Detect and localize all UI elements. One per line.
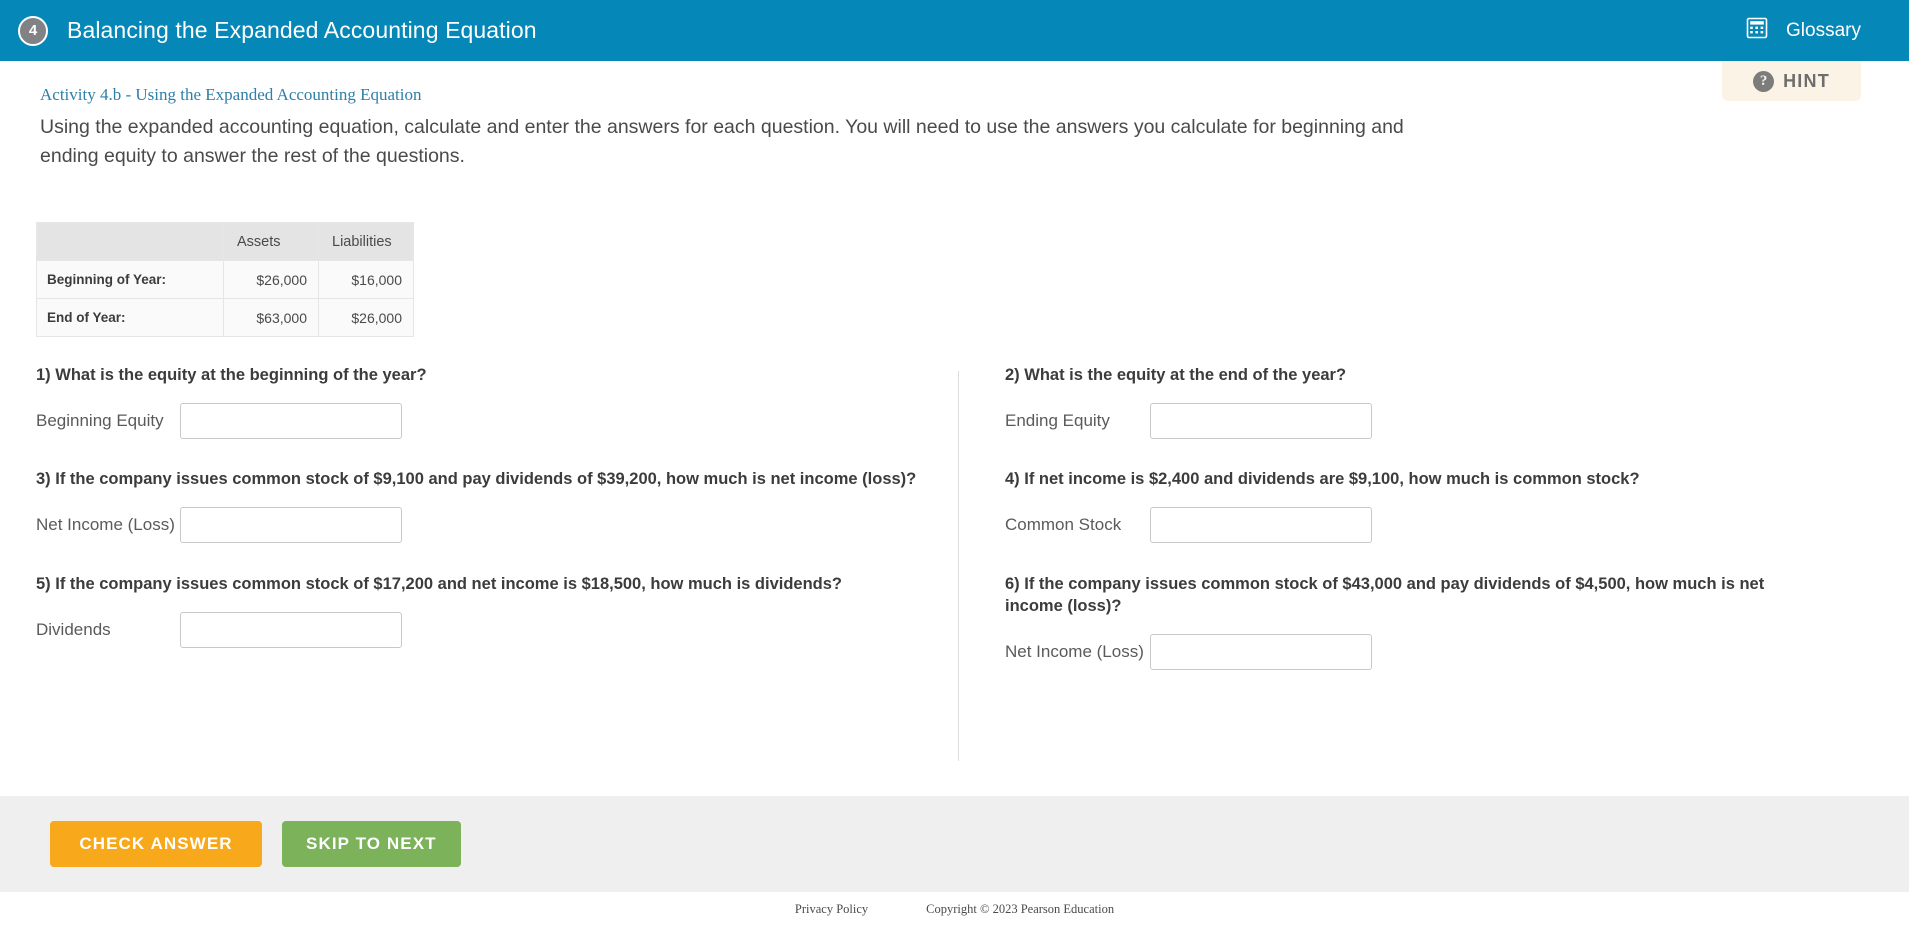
table-header-blank: [36, 222, 224, 261]
header-right-group: Glossary: [1746, 17, 1909, 44]
question-5-answer-row: Dividends: [36, 612, 926, 648]
question-6-text: 6) If the company issues common stock of…: [1005, 575, 1765, 615]
table-head: Assets Liabilities: [36, 222, 414, 261]
hint-button[interactable]: ? HINT: [1722, 61, 1861, 101]
activity-link[interactable]: Activity 4.b - Using the Expanded Accoun…: [40, 85, 422, 105]
ending-equity-input[interactable]: [1150, 403, 1372, 439]
question-2: 2) What is the equity at the end of the …: [1005, 364, 1865, 439]
action-bar: CHECK ANSWER SKIP TO NEXT: [0, 796, 1909, 892]
net-income-loss-input-q6[interactable]: [1150, 634, 1372, 670]
question-3-answer-label: Net Income (Loss): [36, 515, 175, 534]
page-title: Balancing the Expanded Accounting Equati…: [67, 17, 537, 43]
instructions-text: Using the expanded accounting equation, …: [40, 116, 1404, 167]
question-5: 5) If the company issues common stock of…: [36, 573, 926, 648]
financial-data-table: Assets Liabilities Beginning of Year: $2…: [36, 222, 414, 337]
cell-end-assets: $63,000: [223, 298, 319, 337]
question-1-answer-label: Beginning Equity: [36, 411, 164, 430]
table-header-assets: Assets: [223, 222, 319, 261]
question-1-answer-row: Beginning Equity: [36, 403, 926, 439]
privacy-policy-link[interactable]: Privacy Policy: [795, 902, 868, 917]
calculator-icon[interactable]: [1746, 17, 1768, 44]
table-header-row: Assets Liabilities: [36, 222, 414, 261]
table-header-liabilities: Liabilities: [318, 222, 414, 261]
common-stock-input[interactable]: [1150, 507, 1372, 543]
question-4: 4) If net income is $2,400 and dividends…: [1005, 468, 1865, 543]
question-3: 3) If the company issues common stock of…: [36, 468, 926, 543]
table-body: Beginning of Year: $26,000 $16,000 End o…: [36, 260, 414, 337]
cell-beginning-liabilities: $16,000: [318, 260, 414, 299]
column-divider: [958, 371, 959, 761]
table-row: Beginning of Year: $26,000 $16,000: [36, 260, 414, 299]
cell-end-liabilities: $26,000: [318, 298, 414, 337]
question-4-answer-label: Common Stock: [1005, 515, 1122, 534]
question-circle-icon: ?: [1753, 70, 1775, 92]
hint-button-label: HINT: [1783, 70, 1830, 91]
question-3-answer-row: Net Income (Loss): [36, 507, 926, 543]
page-footer: Privacy Policy Copyright © 2023 Pearson …: [0, 892, 1909, 927]
net-income-loss-input-q3[interactable]: [180, 507, 402, 543]
question-2-text: 2) What is the equity at the end of the …: [1005, 366, 1347, 384]
activity-page: 4 Balancing the Expanded Accounting Equa…: [0, 0, 1909, 927]
question-2-answer-row: Ending Equity: [1005, 403, 1865, 439]
question-4-answer-row: Common Stock: [1005, 507, 1865, 543]
question-1-text: 1) What is the equity at the beginning o…: [36, 366, 427, 384]
beginning-equity-input[interactable]: [180, 403, 402, 439]
question-1: 1) What is the equity at the beginning o…: [36, 364, 926, 439]
question-5-text: 5) If the company issues common stock of…: [36, 575, 843, 593]
copyright-text: Copyright © 2023 Pearson Education: [926, 902, 1115, 916]
question-6: 6) If the company issues common stock of…: [1005, 573, 1805, 670]
question-6-answer-row: Net Income (Loss): [1005, 634, 1805, 670]
row-label-beginning: Beginning of Year:: [36, 260, 224, 299]
question-4-text: 4) If net income is $2,400 and dividends…: [1005, 470, 1640, 488]
row-label-end: End of Year:: [36, 298, 224, 337]
question-5-answer-label: Dividends: [36, 620, 111, 639]
dividends-input[interactable]: [180, 612, 402, 648]
question-6-answer-label: Net Income (Loss): [1005, 642, 1144, 661]
check-answer-button[interactable]: CHECK ANSWER: [50, 821, 262, 867]
glossary-link[interactable]: Glossary: [1786, 20, 1861, 42]
question-3-text: 3) If the company issues common stock of…: [36, 470, 917, 488]
app-header: 4 Balancing the Expanded Accounting Equa…: [0, 0, 1909, 61]
skip-to-next-button[interactable]: SKIP TO NEXT: [282, 821, 461, 867]
cell-beginning-assets: $26,000: [223, 260, 319, 299]
lesson-number-badge: 4: [18, 15, 48, 46]
header-left-group: 4 Balancing the Expanded Accounting Equa…: [0, 15, 537, 46]
question-2-answer-label: Ending Equity: [1005, 411, 1110, 430]
table-row: End of Year: $63,000 $26,000: [36, 298, 414, 337]
